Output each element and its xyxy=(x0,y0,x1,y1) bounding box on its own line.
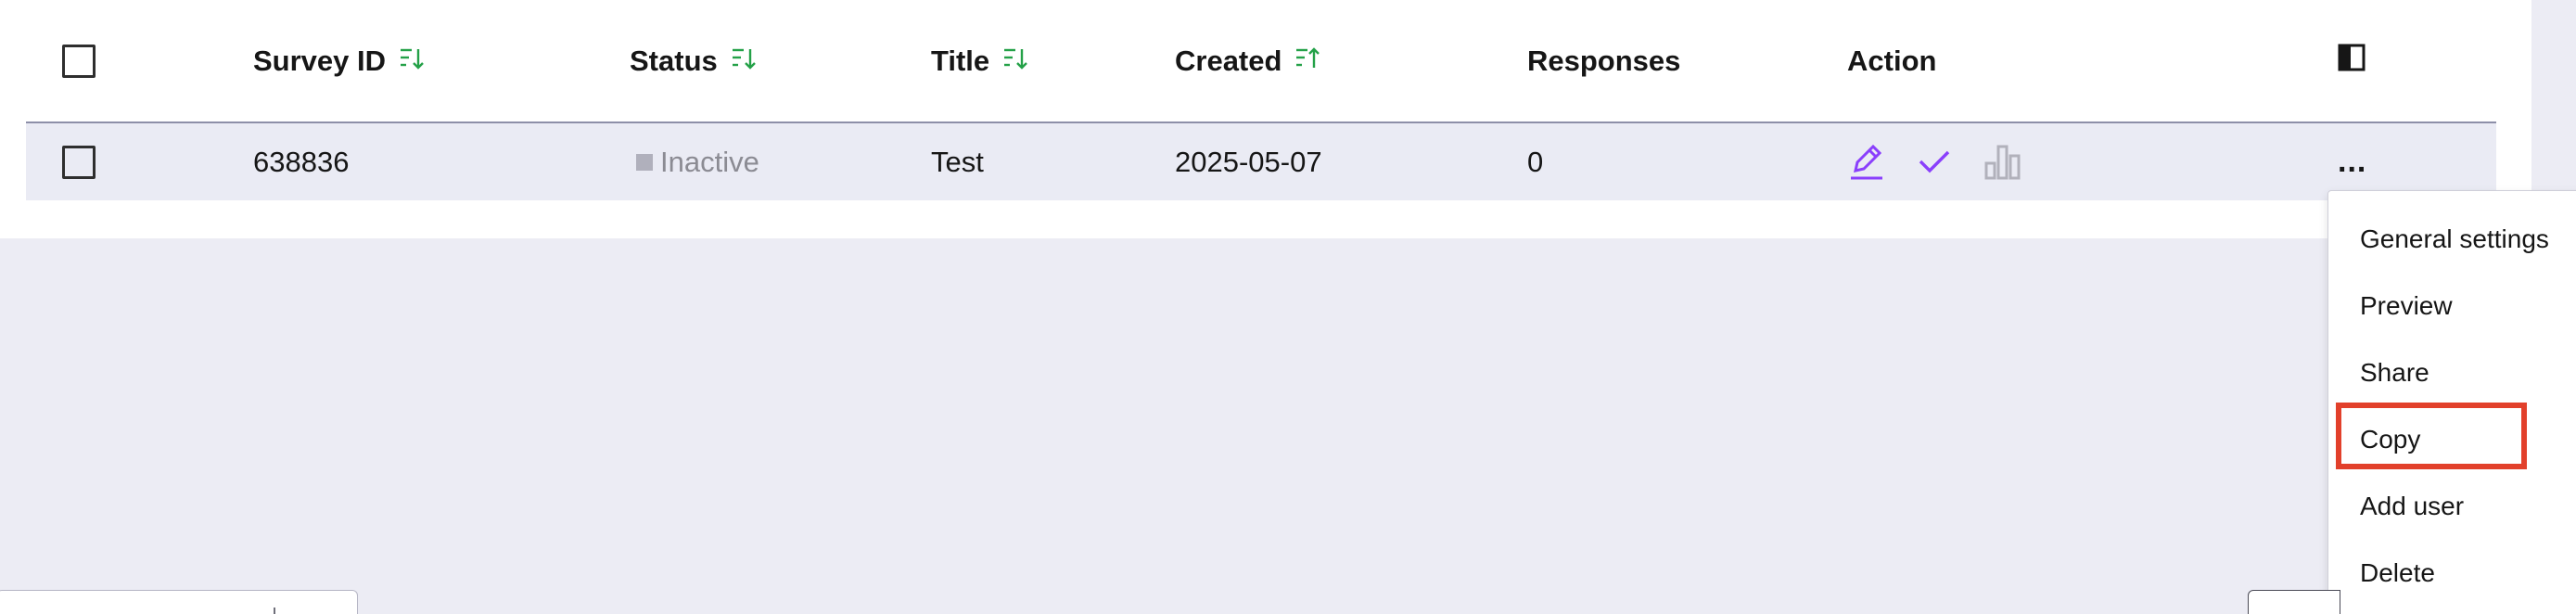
header-title-label: Title xyxy=(931,44,990,77)
table-row[interactable]: 638836 Inactive Test 2025-05-07 0 ... xyxy=(26,123,2496,200)
header-responses-label: Responses xyxy=(1527,44,1681,77)
sort-descending-icon[interactable] xyxy=(731,45,757,78)
menu-item-add-user[interactable]: Add user xyxy=(2360,492,2464,521)
copy-highlight-box xyxy=(2336,403,2527,469)
header-created[interactable]: Created xyxy=(1175,0,1320,122)
cell-status: Inactive xyxy=(636,123,759,200)
sort-descending-icon[interactable] xyxy=(1002,45,1028,78)
pagination-divider xyxy=(274,608,275,614)
menu-item-share[interactable]: Share xyxy=(2360,358,2429,388)
pagination-control[interactable] xyxy=(0,590,358,614)
table-header-row: Survey ID Status Title Created Responses xyxy=(26,0,2496,123)
sort-descending-icon[interactable] xyxy=(399,45,425,78)
edit-pencil-icon[interactable] xyxy=(1849,144,1884,181)
survey-table: Survey ID Status Title Created Responses xyxy=(26,0,2496,200)
bar-chart-icon[interactable] xyxy=(1984,145,2021,180)
status-label: Inactive xyxy=(660,145,759,178)
cell-actions xyxy=(1849,123,2055,200)
header-survey-id-label: Survey ID xyxy=(253,44,387,77)
cell-title: Test xyxy=(931,145,984,178)
menu-item-delete[interactable]: Delete xyxy=(2360,558,2435,588)
header-created-label: Created xyxy=(1175,44,1282,77)
overflow-menu-button[interactable]: ... xyxy=(2338,144,2366,180)
header-survey-id[interactable]: Survey ID xyxy=(253,0,425,122)
header-status-label: Status xyxy=(630,44,718,77)
header-title[interactable]: Title xyxy=(931,0,1028,122)
header-action: Action xyxy=(1847,0,1936,122)
row-select-cell xyxy=(62,123,96,200)
column-settings-cell xyxy=(2338,0,2366,122)
header-status[interactable]: Status xyxy=(630,0,757,122)
cell-responses: 0 xyxy=(1527,145,1544,178)
select-all-checkbox[interactable] xyxy=(62,44,96,78)
sort-ascending-icon[interactable] xyxy=(1294,45,1320,78)
header-responses: Responses xyxy=(1527,0,1680,122)
row-overflow-cell: ... xyxy=(2338,123,2366,200)
menu-item-preview[interactable]: Preview xyxy=(2360,291,2453,321)
cell-survey-id: 638836 xyxy=(253,145,350,178)
pagination-button[interactable] xyxy=(2248,590,2340,614)
select-all-cell xyxy=(62,0,96,122)
row-checkbox[interactable] xyxy=(62,145,96,179)
status-square-icon xyxy=(636,153,653,171)
header-action-label: Action xyxy=(1847,44,1937,77)
column-toggle-icon[interactable] xyxy=(2338,44,2366,79)
menu-item-general-settings[interactable]: General settings xyxy=(2360,224,2549,254)
cell-created: 2025-05-07 xyxy=(1175,145,1322,178)
checkmark-icon[interactable] xyxy=(1918,148,1951,176)
